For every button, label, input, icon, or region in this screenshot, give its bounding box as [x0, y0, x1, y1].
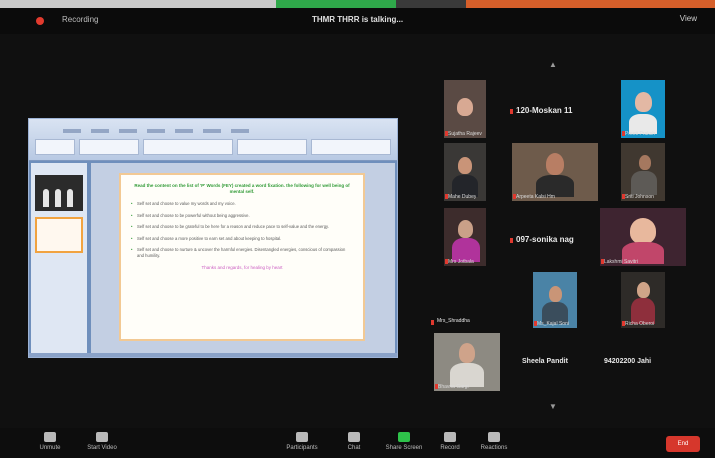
record-icon	[444, 432, 456, 442]
share-screen-button[interactable]: Share Screen	[384, 432, 424, 451]
unmute-button[interactable]: Unmute	[30, 432, 70, 451]
reactions-icon	[488, 432, 500, 442]
participants-icon	[296, 432, 308, 442]
participant-name: Mrs Jotbala	[448, 259, 474, 265]
participant-tile[interactable]: Ms_Kajal Soni	[533, 272, 577, 328]
powerpoint-status-bar	[29, 353, 397, 357]
microphone-icon	[44, 432, 56, 442]
chat-button[interactable]: Chat	[334, 432, 374, 451]
window-edge-bar	[466, 0, 715, 8]
title-strip	[0, 0, 715, 8]
record-button[interactable]: Record	[430, 432, 470, 451]
slide-bullet: Self set and choose to be grateful to be…	[131, 224, 353, 230]
active-speaker-label: THMR THRR is talking...	[311, 15, 404, 24]
participant-tile[interactable]: Preeti Praksh	[621, 80, 665, 138]
participant-name: Richa Oberoi	[625, 321, 655, 327]
slide-thumbnail-panel	[31, 163, 87, 353]
slide-footer: Thanks and regards, for healing by heart	[201, 264, 283, 270]
slide-thumbnail-2[interactable]	[35, 217, 83, 253]
participant-name: Sriti Johnson	[625, 194, 654, 200]
participant-name: Arpeeta Kalsi Hm	[516, 194, 555, 200]
slide-bullet: Self set and choose a more positive to e…	[131, 236, 353, 242]
current-slide: Read the content on the list of 'P' Word…	[119, 173, 365, 341]
participant-tile[interactable]: Arpeeta Kalsi Hm	[512, 143, 598, 201]
slide-bullet: Self set and choose to nurture & uncover…	[131, 247, 353, 258]
participant-name-only[interactable]: 097-sonika nag	[516, 235, 574, 244]
participants-button[interactable]: Participants	[282, 432, 322, 451]
participant-name-only[interactable]: 120-Moskan 11	[516, 106, 572, 115]
participant-tile[interactable]: Mahe Dubey	[444, 143, 486, 201]
view-button[interactable]: View	[680, 14, 697, 23]
gallery-next-chevron-icon[interactable]: ▼	[549, 402, 557, 411]
participant-face	[457, 98, 473, 116]
video-camera-icon	[96, 432, 108, 442]
shared-screen: Read the content on the list of 'P' Word…	[28, 118, 398, 358]
participant-name-only[interactable]: Sheela Pandit	[522, 358, 568, 365]
participant-name: Mahe Dubey	[448, 194, 477, 200]
share-screen-icon	[398, 432, 410, 442]
slide-heading: Read the content on the list of 'P' Word…	[134, 183, 350, 194]
participant-name: Bhavna Gargi	[438, 384, 469, 390]
slide-bullet: Self set and choose to be powerful witho…	[131, 213, 353, 219]
slide-bullet: Self set and choose to value my words an…	[131, 201, 353, 207]
ribbon-tabs	[63, 129, 249, 133]
participant-name: Sujatha Rajeev	[448, 131, 482, 137]
slide-thumbnail-1[interactable]	[35, 175, 83, 211]
participant-tile[interactable]: Bhavna Gargi	[434, 333, 500, 391]
participant-tile[interactable]: Sriti Johnson	[621, 143, 665, 201]
end-meeting-button[interactable]: End	[666, 436, 700, 452]
gallery-prev-chevron-icon[interactable]: ▲	[549, 60, 557, 69]
reactions-button[interactable]: Reactions	[474, 432, 514, 451]
participant-name: Ms_Kajal Soni	[537, 321, 569, 327]
participant-tile[interactable]: Lakshmi Savitri	[600, 208, 686, 266]
start-video-button[interactable]: Start Video	[82, 432, 122, 451]
participant-name-only[interactable]: 94202200 Jahi	[604, 358, 651, 365]
share-indicator-bar	[276, 0, 396, 8]
stop-share-bar[interactable]	[396, 0, 466, 8]
participant-name-only[interactable]: Mrs_Shraddha	[437, 318, 470, 324]
participant-name: Preeti Praksh	[625, 131, 656, 137]
chat-icon	[348, 432, 360, 442]
powerpoint-ribbon	[29, 119, 397, 161]
participant-tile[interactable]: Mrs Jotbala	[444, 208, 486, 266]
participant-tile[interactable]: Richa Oberoi	[621, 272, 665, 328]
participant-tile[interactable]: Sujatha Rajeev	[444, 80, 486, 138]
zoom-meeting-window: Recording THMR THRR is talking... View R…	[0, 0, 715, 458]
participant-name: Lakshmi Savitri	[604, 259, 638, 265]
slide-canvas: Read the content on the list of 'P' Word…	[91, 163, 395, 355]
